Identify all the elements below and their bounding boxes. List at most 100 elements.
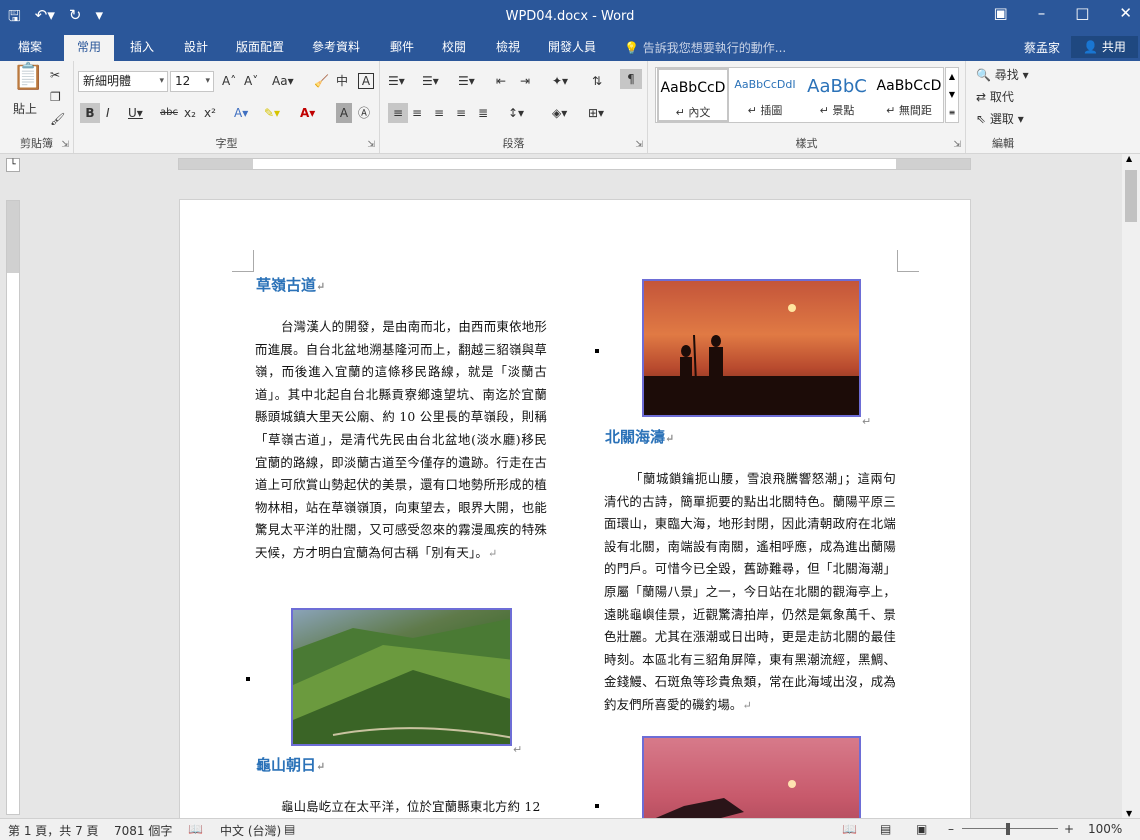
copy-icon[interactable]: ❐ — [50, 87, 61, 107]
tab-view[interactable]: 檢視 — [486, 35, 530, 61]
close-button[interactable]: ✕ — [1119, 4, 1132, 22]
borders-icon[interactable]: ⊞▾ — [588, 103, 604, 123]
zoom-slider[interactable] — [962, 828, 1058, 829]
font-name-box[interactable]: 新細明體 ▾ — [78, 71, 168, 92]
find-button[interactable]: 🔍 尋找 ▾ — [976, 65, 1029, 85]
align-right-icon[interactable]: ≡ — [434, 103, 444, 123]
sort-icon[interactable]: ⇅ — [592, 71, 602, 91]
distributed-icon[interactable]: ≣ — [478, 103, 488, 123]
shading-icon[interactable]: ◈▾ — [552, 103, 567, 123]
text-effects-icon[interactable]: A▾ — [234, 103, 248, 123]
highlight-icon[interactable]: ✎▾ — [264, 103, 280, 123]
tab-design[interactable]: 設計 — [174, 35, 218, 61]
proofing-icon[interactable]: 📖 — [188, 822, 203, 836]
tell-me-box[interactable]: 💡 告訴我您想要執行的動作... — [624, 39, 786, 56]
scroll-down-icon[interactable]: ▼ — [1126, 809, 1132, 818]
format-painter-icon[interactable]: 🖌 — [50, 109, 65, 129]
font-size-box[interactable]: 12 ▾ — [170, 71, 214, 92]
font-color-icon[interactable]: A▾ — [300, 103, 315, 123]
language[interactable]: 中文 (台灣) — [220, 822, 281, 839]
read-mode-icon[interactable]: 📖 — [842, 822, 857, 836]
underline-button[interactable]: U▾ — [128, 103, 143, 123]
tab-review[interactable]: 校閱 — [432, 35, 476, 61]
tab-selector[interactable]: └ — [6, 158, 20, 172]
vertical-ruler[interactable] — [6, 200, 20, 815]
maximize-button[interactable]: □ — [1075, 4, 1089, 22]
styles-scroll[interactable]: ▲ ▼ ≡ — [945, 67, 959, 123]
cut-icon[interactable]: ✂ — [50, 65, 60, 85]
tab-file[interactable]: 檔案 — [4, 35, 56, 61]
align-left-icon[interactable]: ≡ — [388, 103, 408, 123]
dialog-launcher-icon[interactable]: ⇲ — [367, 140, 375, 150]
clear-formatting-icon[interactable]: 🧹 — [314, 71, 329, 91]
heading-text: 草嶺古道 — [256, 276, 317, 294]
mountain-photo[interactable] — [291, 608, 512, 746]
strikethrough-button[interactable]: abc — [160, 103, 178, 123]
paragraph-mark: ↵ — [513, 743, 523, 756]
replace-label: 取代 — [989, 90, 1014, 104]
zoom-thumb[interactable] — [1006, 823, 1010, 835]
style-figure[interactable]: AaBbCcDdI ↵ 插圖 — [729, 68, 801, 122]
dialog-launcher-icon[interactable]: ⇲ — [635, 140, 643, 150]
vertical-scrollbar[interactable]: ▲ ▼ — [1122, 154, 1140, 818]
asian-layout-icon[interactable]: ✦▾ — [552, 71, 568, 91]
tab-mailings[interactable]: 郵件 — [380, 35, 424, 61]
share-button[interactable]: 👤 共用 — [1071, 36, 1138, 58]
tab-references[interactable]: 參考資料 — [304, 35, 368, 61]
user-name[interactable]: 蔡孟家 — [1024, 39, 1060, 56]
zoom-out-icon[interactable]: – — [948, 822, 954, 836]
shrink-font-icon[interactable]: A˅ — [244, 71, 258, 91]
style-name: ↵ 景點 — [819, 104, 855, 117]
paste-button[interactable]: 貼上 — [13, 99, 37, 119]
zoom-in-icon[interactable]: + — [1064, 822, 1074, 836]
style-normal[interactable]: AaBbCcD ↵ 內文 — [657, 68, 729, 122]
justify-icon[interactable]: ≡ — [456, 103, 466, 123]
change-case-icon[interactable]: Aa▾ — [272, 71, 294, 91]
word-count[interactable]: 7081 個字 — [114, 822, 172, 839]
show-formatting-icon[interactable]: ¶ — [620, 69, 642, 89]
lightbulb-icon: 💡 — [624, 41, 639, 55]
phonetic-guide-icon[interactable]: 中 — [336, 71, 348, 91]
document-page[interactable]: 草嶺古道↵ 台灣漢人的開發，是由南而北，由西而東依地形而進展。自台北盆地溯基隆河… — [179, 199, 971, 839]
ribbon-display-icon[interactable]: ▣ — [994, 4, 1008, 22]
style-scenic[interactable]: AaBbC ↵ 景點 — [801, 68, 873, 122]
italic-button[interactable]: I — [106, 103, 110, 123]
tab-layout[interactable]: 版面配置 — [230, 35, 290, 61]
multilevel-list-icon[interactable]: ☰▾ — [458, 71, 475, 91]
tab-home[interactable]: 常用 — [64, 35, 114, 61]
zoom-level[interactable]: 100% — [1088, 822, 1122, 836]
minimize-button[interactable]: – — [1038, 4, 1046, 22]
sunset-photo[interactable] — [642, 279, 861, 417]
web-layout-icon[interactable]: ▣ — [916, 822, 927, 836]
increase-indent-icon[interactable]: ⇥ — [520, 71, 530, 91]
dialog-launcher-icon[interactable]: ⇲ — [61, 140, 69, 150]
enclose-character-icon[interactable]: Ⓐ — [358, 103, 370, 123]
select-button[interactable]: ⇖ 選取 ▾ — [976, 109, 1024, 129]
numbering-icon[interactable]: ☰▾ — [422, 71, 439, 91]
bold-button[interactable]: B — [80, 103, 100, 123]
grow-font-icon[interactable]: A˄ — [222, 71, 236, 91]
bullets-icon[interactable]: ☰▾ — [388, 71, 405, 91]
page-count[interactable]: 第 1 頁，共 7 頁 — [8, 822, 99, 839]
subscript-button[interactable]: x₂ — [184, 103, 196, 123]
character-shading-icon[interactable]: A — [336, 103, 352, 123]
scroll-up-icon[interactable]: ▲ — [1126, 154, 1132, 163]
align-center-icon[interactable]: ≡ — [412, 103, 422, 123]
horizontal-ruler[interactable] — [178, 158, 971, 170]
decrease-indent-icon[interactable]: ⇤ — [496, 71, 506, 91]
ribbon-tabs: 檔案 常用 插入 設計 版面配置 參考資料 郵件 校閱 檢視 開發人員 💡 告訴… — [0, 35, 1140, 61]
macro-icon[interactable]: ▤ — [284, 822, 295, 836]
line-spacing-icon[interactable]: ↕▾ — [508, 103, 524, 123]
character-border-icon[interactable]: A — [358, 73, 374, 89]
paste-icon[interactable]: 📋 — [12, 64, 44, 90]
tab-insert[interactable]: 插入 — [120, 35, 164, 61]
chevron-down-icon: ▾ — [159, 76, 164, 86]
dialog-launcher-icon[interactable]: ⇲ — [953, 140, 961, 150]
superscript-button[interactable]: x² — [204, 103, 216, 123]
heading-beiguan: 北關海濤↵ — [605, 428, 675, 446]
scroll-thumb[interactable] — [1125, 170, 1137, 222]
tab-developer[interactable]: 開發人員 — [540, 35, 604, 61]
print-layout-icon[interactable]: ▤ — [880, 822, 891, 836]
style-no-spacing[interactable]: AaBbCcD ↵ 無間距 — [873, 68, 945, 122]
replace-button[interactable]: ⇄ 取代 — [976, 87, 1014, 107]
